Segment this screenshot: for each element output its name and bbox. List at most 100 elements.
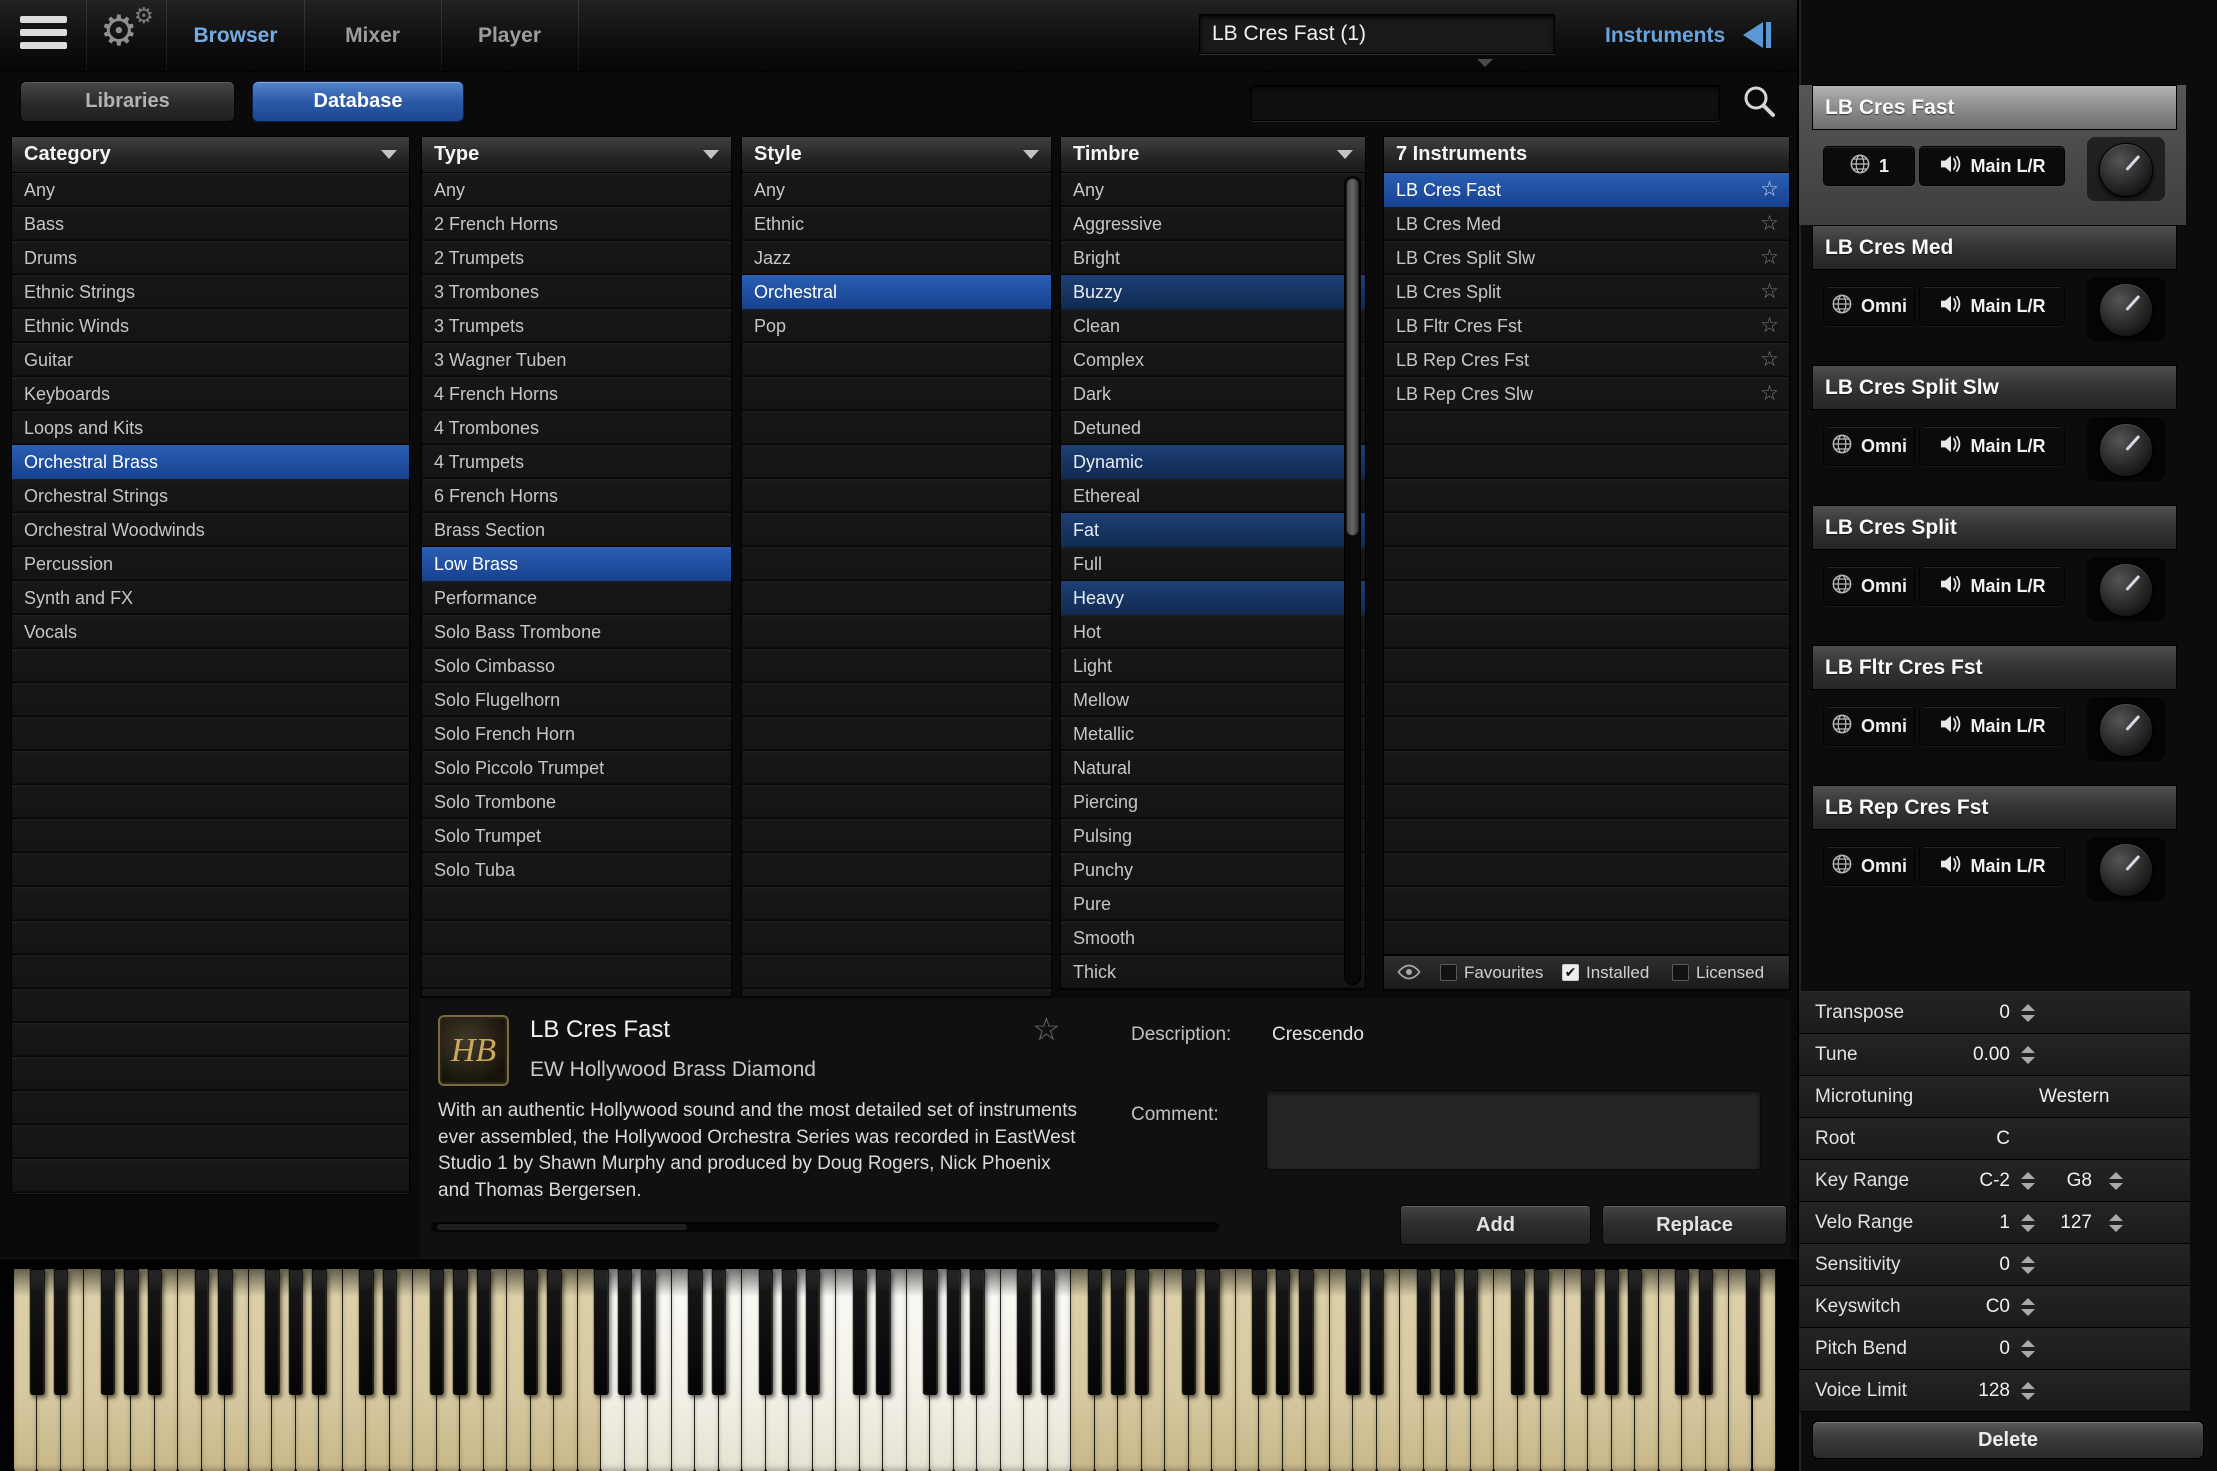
timbre-item[interactable]: Pulsing xyxy=(1061,819,1365,853)
piano-black-key[interactable] xyxy=(1698,1269,1713,1395)
midi-channel-button[interactable]: Omni xyxy=(1823,286,1915,326)
piano-black-key[interactable] xyxy=(124,1269,139,1395)
instruments-item[interactable]: LB Cres Split Slw ☆ xyxy=(1384,241,1789,275)
timbre-item[interactable]: Aggressive xyxy=(1061,207,1365,241)
timbre-item[interactable]: Detuned xyxy=(1061,411,1365,445)
timbre-header[interactable]: Timbre xyxy=(1061,137,1365,173)
favourite-star-icon[interactable]: ☆ xyxy=(1760,173,1779,207)
piano-black-key[interactable] xyxy=(53,1269,69,1395)
style-header[interactable]: Style xyxy=(742,137,1051,173)
step-up-icon[interactable] xyxy=(2021,1171,2035,1179)
comment-input[interactable] xyxy=(1266,1090,1761,1170)
piano-black-key[interactable] xyxy=(805,1269,820,1395)
param-value[interactable]: C xyxy=(1917,1118,2010,1159)
category-item[interactable]: Keyboards xyxy=(12,377,409,411)
timbre-item[interactable]: Ethereal xyxy=(1061,479,1365,513)
tab-mixer[interactable]: Mixer xyxy=(304,0,441,71)
instruments-item[interactable]: LB Rep Cres Fst ☆ xyxy=(1384,343,1789,377)
stepper-control[interactable] xyxy=(2021,1381,2035,1400)
timbre-item[interactable]: Piercing xyxy=(1061,785,1365,819)
timbre-item[interactable]: Natural xyxy=(1061,751,1365,785)
step-up-icon[interactable] xyxy=(2109,1213,2123,1221)
piano-black-key[interactable] xyxy=(1604,1269,1619,1395)
favourite-star-icon[interactable]: ☆ xyxy=(1760,309,1779,343)
favourite-star-icon[interactable]: ☆ xyxy=(1760,207,1779,241)
piano-black-key[interactable] xyxy=(1016,1269,1032,1395)
type-item[interactable]: Any xyxy=(422,173,731,207)
category-item[interactable]: Orchestral Woodwinds xyxy=(12,513,409,547)
piano-black-key[interactable] xyxy=(1674,1269,1690,1395)
piano-black-key[interactable] xyxy=(1533,1269,1549,1395)
type-item[interactable]: Performance xyxy=(422,581,731,615)
category-item[interactable]: Ethnic Strings xyxy=(12,275,409,309)
piano-black-key[interactable] xyxy=(1298,1269,1314,1395)
instruments-item[interactable]: LB Cres Split ☆ xyxy=(1384,275,1789,309)
step-up-icon[interactable] xyxy=(2021,1213,2035,1221)
piano-black-key[interactable] xyxy=(1251,1269,1267,1395)
piano-black-key[interactable] xyxy=(476,1269,492,1395)
category-item[interactable]: Drums xyxy=(12,241,409,275)
stepper-control[interactable] xyxy=(2021,1213,2035,1232)
step-down-icon[interactable] xyxy=(2021,1350,2035,1358)
slot-name[interactable]: LB Cres Fast xyxy=(1812,85,2177,130)
volume-knob[interactable] xyxy=(2099,563,2153,617)
piano-black-key[interactable] xyxy=(641,1269,656,1395)
piano-black-key[interactable] xyxy=(711,1269,727,1395)
param-value-2[interactable]: Western xyxy=(2039,1076,2109,1117)
piano-black-key[interactable] xyxy=(523,1269,539,1395)
piano-black-key[interactable] xyxy=(312,1269,327,1395)
horizontal-scrollbar-thumb[interactable] xyxy=(437,1224,687,1230)
type-item[interactable]: Brass Section xyxy=(422,513,731,547)
style-item[interactable]: Pop xyxy=(742,309,1051,343)
timbre-item[interactable]: Fat xyxy=(1061,513,1365,547)
piano-black-key[interactable] xyxy=(758,1269,773,1395)
style-item[interactable]: Orchestral xyxy=(742,275,1051,309)
param-value[interactable]: 0 xyxy=(1917,1244,2010,1285)
piano-black-key[interactable] xyxy=(782,1269,797,1395)
stepper-control[interactable] xyxy=(2021,1171,2035,1190)
delete-button[interactable]: Delete xyxy=(1812,1421,2204,1459)
slot-name[interactable]: LB Cres Split Slw xyxy=(1812,365,2177,410)
step-down-icon[interactable] xyxy=(2021,1392,2035,1400)
piano-black-key[interactable] xyxy=(1087,1269,1102,1395)
category-item[interactable]: Ethnic Winds xyxy=(12,309,409,343)
type-item[interactable]: Solo Trombone xyxy=(422,785,731,819)
type-item[interactable]: Solo French Horn xyxy=(422,717,731,751)
midi-channel-button[interactable]: Omni xyxy=(1823,566,1915,606)
piano-black-key[interactable] xyxy=(1345,1269,1361,1395)
menu-icon[interactable] xyxy=(20,16,67,56)
timbre-item[interactable]: Light xyxy=(1061,649,1365,683)
piano-black-key[interactable] xyxy=(1204,1269,1220,1395)
param-value[interactable]: C0 xyxy=(1917,1286,2010,1327)
piano-black-key[interactable] xyxy=(923,1269,938,1395)
timbre-item[interactable]: Any xyxy=(1061,173,1365,207)
piano-black-key[interactable] xyxy=(594,1269,609,1395)
volume-knob[interactable] xyxy=(2099,843,2153,897)
step-up-icon[interactable] xyxy=(2021,1255,2035,1263)
type-item[interactable]: 2 Trumpets xyxy=(422,241,731,275)
instruments-item[interactable]: LB Fltr Cres Fst ☆ xyxy=(1384,309,1789,343)
slot-name[interactable]: LB Rep Cres Fst xyxy=(1812,785,2177,830)
installed-checkbox[interactable]: ✔ xyxy=(1562,964,1579,981)
step-down-icon[interactable] xyxy=(2109,1224,2123,1232)
timbre-item[interactable]: Heavy xyxy=(1061,581,1365,615)
timbre-item[interactable]: Bright xyxy=(1061,241,1365,275)
output-button[interactable]: Main L/R xyxy=(1919,286,2065,326)
timbre-item[interactable]: Smooth xyxy=(1061,921,1365,955)
output-button[interactable]: Main L/R xyxy=(1919,146,2065,186)
tab-browser[interactable]: Browser xyxy=(167,0,304,71)
piano-black-key[interactable] xyxy=(688,1269,703,1395)
type-item[interactable]: 6 French Horns xyxy=(422,479,731,513)
step-down-icon[interactable] xyxy=(2021,1266,2035,1274)
preview-eye-icon[interactable] xyxy=(1396,964,1422,985)
piano-black-key[interactable] xyxy=(1134,1269,1149,1395)
category-header[interactable]: Category xyxy=(12,137,409,173)
piano-black-key[interactable] xyxy=(100,1269,116,1395)
type-item[interactable]: 4 Trombones xyxy=(422,411,731,445)
settings-gear-icon[interactable]: ⚙ ⚙ xyxy=(94,0,160,71)
favourite-star-icon[interactable]: ☆ xyxy=(1760,377,1779,411)
stepper-control[interactable] xyxy=(2021,1003,2035,1022)
param-value-2[interactable]: 127 xyxy=(2039,1202,2092,1243)
type-item[interactable]: Solo Trumpet xyxy=(422,819,731,853)
piano-black-key[interactable] xyxy=(288,1269,304,1395)
